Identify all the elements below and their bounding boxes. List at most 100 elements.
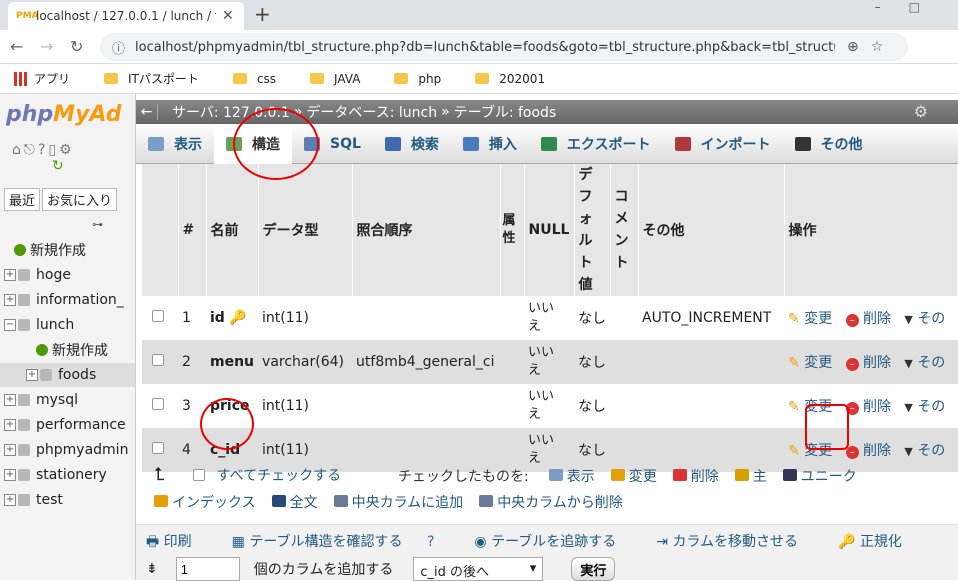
tab-menu-item[interactable]: エクスポート <box>529 124 663 164</box>
header-null[interactable]: NULL <box>524 164 575 296</box>
tree-item[interactable]: 新規作成 <box>0 338 135 362</box>
expand-icon[interactable]: + <box>4 294 16 306</box>
breadcrumb-table[interactable]: テーブル: foods <box>454 102 557 122</box>
row-checkbox[interactable] <box>152 398 164 410</box>
help-icon[interactable]: ? <box>427 534 434 550</box>
help-icon[interactable]: ? <box>38 142 48 158</box>
url-text[interactable]: localhost/phpmyadmin/tbl_structure.php?d… <box>135 40 835 55</box>
bulk-action-button[interactable]: 変更 <box>610 466 657 486</box>
move-columns-link[interactable]: ⇥ カラムを移動させる <box>656 531 818 555</box>
expand-icon[interactable]: + <box>4 444 16 456</box>
info-icon[interactable]: ⓘ <box>112 38 125 57</box>
normalize-link[interactable]: 🔑 正規化 <box>838 531 922 555</box>
home-icon[interactable]: ⌂ <box>12 142 24 158</box>
bookmark-css[interactable]: css <box>232 72 276 86</box>
favorites-tab[interactable]: お気に入り <box>42 188 118 211</box>
tab-menu-item[interactable]: その他 <box>783 124 875 164</box>
row-checkbox[interactable] <box>152 310 164 322</box>
phpmyadmin-logo[interactable]: phpMyAd <box>6 102 122 127</box>
breadcrumb-server[interactable]: サーバ: 127.0.0.1 <box>172 102 290 122</box>
header-name[interactable]: 名前 <box>206 164 259 296</box>
change-link[interactable]: ✎ 変更 <box>788 443 832 459</box>
propose-structure-link[interactable]: ▦ テーブル構造を確認する ? <box>232 531 455 555</box>
reload-icon[interactable]: ↻ <box>52 158 67 174</box>
bookmark-apps[interactable]: アプリ <box>14 70 70 87</box>
docs-icon[interactable]: ▯ <box>48 142 59 158</box>
reload-icon[interactable]: ↻ <box>70 37 83 56</box>
tree-item[interactable]: − lunch <box>0 313 135 337</box>
header-collation[interactable]: 照合順序 <box>352 164 501 296</box>
bookmark-itpassport[interactable]: ITパスポート <box>104 70 199 87</box>
change-link[interactable]: ✎ 変更 <box>788 399 832 415</box>
tab-menu-item[interactable]: インポート <box>663 124 783 164</box>
zoom-icon[interactable]: ⊕ <box>847 39 859 55</box>
check-all-label[interactable]: すべてチェックする <box>217 465 341 485</box>
bookmark-java[interactable]: JAVA <box>310 72 360 86</box>
breadcrumb-database[interactable]: データベース: lunch <box>306 102 437 122</box>
more-link[interactable]: ▼ その <box>904 443 945 459</box>
collapse-icon[interactable]: − <box>4 319 16 331</box>
tab-menu-item[interactable]: 挿入 <box>451 124 529 164</box>
column-position-select[interactable]: c_id の後へ ▾ <box>413 557 544 581</box>
header-attributes[interactable]: 属性 <box>500 164 525 296</box>
bookmark-202001[interactable]: 202001 <box>475 72 545 86</box>
bookmark-php[interactable]: php <box>394 72 441 86</box>
url-field[interactable]: ⓘ localhost/phpmyadmin/tbl_structure.php… <box>100 33 908 61</box>
tab-menu-item[interactable]: 構造 <box>214 123 292 164</box>
tree-item[interactable]: 新規作成 <box>0 238 135 262</box>
go-button[interactable]: 実行 <box>571 557 616 581</box>
tree-item[interactable]: + phpmyadmin <box>0 438 135 462</box>
collapse-arrow-icon[interactable]: ← <box>136 104 158 120</box>
header-extra[interactable]: その他 <box>638 164 785 296</box>
row-checkbox[interactable] <box>152 442 164 454</box>
bulk-action-button[interactable]: 中央カラムから削除 <box>479 492 623 512</box>
bulk-action-button[interactable]: 中央カラムに追加 <box>333 492 463 512</box>
bulk-action-button[interactable]: 全文 <box>271 492 318 512</box>
gear-icon[interactable]: ⚙ <box>59 142 75 158</box>
window-controls[interactable]: –□ <box>875 0 948 14</box>
track-table-link[interactable]: ◉ テーブルを追跡する <box>474 531 636 555</box>
change-link[interactable]: ✎ 変更 <box>788 311 832 327</box>
bulk-action-button[interactable]: 表示 <box>548 466 595 486</box>
tree-item[interactable]: + test <box>0 488 135 512</box>
drop-link[interactable]: – 削除 <box>845 399 891 415</box>
tree-item[interactable]: + information_ <box>0 288 135 312</box>
more-link[interactable]: ▼ その <box>904 311 945 327</box>
tree-item[interactable]: + hoge <box>0 263 135 287</box>
tab-menu-item[interactable]: 検索 <box>373 124 451 164</box>
bulk-action-button[interactable]: 削除 <box>672 466 719 486</box>
add-column-count-input[interactable] <box>175 557 240 581</box>
expand-icon[interactable]: + <box>26 369 38 381</box>
check-all-checkbox[interactable] <box>192 468 205 481</box>
print-link[interactable]: 🖶 印刷 <box>146 531 212 555</box>
row-checkbox[interactable] <box>152 354 164 366</box>
tab-menu-item[interactable]: 表示 <box>136 124 214 164</box>
more-link[interactable]: ▼ その <box>904 399 945 415</box>
expand-icon[interactable]: + <box>4 494 16 506</box>
bookmark-star-icon[interactable]: ☆ <box>871 39 884 55</box>
more-link[interactable]: ▼ その <box>904 355 945 371</box>
header-comment[interactable]: コメント <box>610 164 639 296</box>
close-tab-icon[interactable]: ✕ <box>222 8 234 24</box>
bulk-action-button[interactable]: 主 <box>734 466 767 486</box>
change-link[interactable]: ✎ 変更 <box>788 355 832 371</box>
forward-icon[interactable]: → <box>40 37 53 56</box>
link-icon[interactable]: ⊶ <box>92 218 103 231</box>
bulk-action-button[interactable]: インデックス <box>154 492 256 512</box>
expand-icon[interactable]: + <box>4 419 16 431</box>
tree-item[interactable]: + mysql <box>0 388 135 412</box>
drop-link[interactable]: – 削除 <box>845 311 891 327</box>
expand-icon[interactable]: + <box>4 394 16 406</box>
tree-item[interactable]: + performance <box>0 413 135 437</box>
back-icon[interactable]: ← <box>10 37 23 56</box>
recent-tab[interactable]: 最近 <box>4 188 41 211</box>
drop-link[interactable]: – 削除 <box>845 355 891 371</box>
header-default[interactable]: デフォルト値 <box>574 164 611 296</box>
logout-icon[interactable]: ⎋ <box>24 142 38 158</box>
settings-gear-icon[interactable]: ⚙ <box>914 102 928 121</box>
tree-item[interactable]: + stationery <box>0 463 135 487</box>
browser-tab[interactable]: PMA localhost / 127.0.0.1 / lunch / foo … <box>8 2 244 30</box>
new-tab-icon[interactable]: + <box>254 2 271 26</box>
drop-link[interactable]: – 削除 <box>845 443 891 459</box>
expand-icon[interactable]: + <box>4 269 16 281</box>
